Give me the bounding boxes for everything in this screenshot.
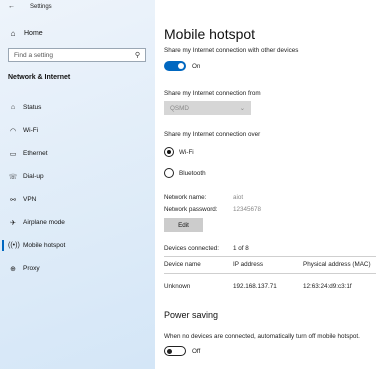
row-mac-address: 12:63:24:d9:c3:1f	[303, 283, 352, 290]
search-input[interactable]: Find a setting ⚲	[8, 48, 146, 62]
window-titlebar: ← Settings	[0, 0, 155, 14]
home-icon: ⌂	[10, 28, 16, 38]
wifi-icon: ◠	[9, 127, 17, 135]
sidebar-item-label: Ethernet	[23, 150, 48, 157]
search-placeholder: Find a setting	[14, 51, 54, 59]
radio-bluetooth[interactable]	[164, 168, 174, 178]
row-device-name: Unknown	[164, 283, 191, 290]
toggle-knob	[178, 63, 184, 69]
sidebar-item-label: Mobile hotspot	[23, 242, 66, 249]
edit-button[interactable]: Edit	[164, 218, 203, 232]
globe-icon: ⊕	[10, 265, 16, 273]
sidebar-item-label: VPN	[23, 196, 37, 203]
radio-dot	[167, 150, 171, 154]
radio-wifi[interactable]	[164, 147, 174, 157]
power-saving-state: Off	[192, 348, 201, 355]
sidebar-nav: ⌂ Status ◠ Wi-Fi ▭ Ethernet ☏ Dial-up ⚯ …	[0, 96, 155, 280]
sidebar-item-ethernet[interactable]: ▭ Ethernet	[0, 142, 155, 165]
network-password-value: 12345678	[233, 206, 262, 213]
table-rule-header	[164, 273, 376, 274]
network-name-value: aiot	[233, 194, 244, 201]
power-saving-toggle[interactable]	[164, 346, 186, 356]
sidebar-item-vpn[interactable]: ⚯ VPN	[0, 188, 155, 211]
power-saving-title: Power saving	[164, 310, 219, 320]
sidebar-home[interactable]: ⌂ Home	[6, 26, 146, 40]
hotspot-icon: ((•))	[8, 242, 20, 249]
sidebar-item-label: Wi-Fi	[23, 127, 39, 134]
window-title: Settings	[30, 4, 52, 10]
devices-value: 1 of 8	[233, 245, 249, 252]
row-ip-address: 192.168.137.71	[233, 283, 277, 290]
network-password-label: Network password:	[164, 206, 218, 213]
sidebar-item-label: Airplane mode	[23, 219, 65, 226]
sidebar: ← Settings ⌂ Home Find a setting ⚲ Netwo…	[0, 0, 155, 369]
search-icon[interactable]: ⚲	[135, 51, 140, 59]
chevron-down-icon: ⌄	[239, 104, 245, 112]
sidebar-item-airplane[interactable]: ✈ Airplane mode	[0, 211, 155, 234]
share-toggle[interactable]	[164, 61, 186, 71]
sidebar-item-label: Dial-up	[23, 173, 44, 180]
section-title: Network & Internet	[8, 74, 71, 81]
share-label: Share my Internet connection with other …	[164, 47, 299, 54]
airplane-icon: ✈	[10, 219, 16, 227]
power-saving-desc: When no devices are connected, automatic…	[164, 333, 360, 340]
col-device-name: Device name	[164, 261, 201, 268]
from-dropdown[interactable]: QSMD ⌄	[164, 101, 251, 115]
home-label: Home	[24, 29, 43, 37]
home-globe-icon: ⌂	[10, 104, 16, 111]
ethernet-icon: ▭	[9, 150, 17, 158]
main-panel: Mobile hotspot Share my Internet connect…	[155, 0, 379, 369]
from-value: QSMD	[170, 104, 189, 112]
option-bluetooth-label: Bluetooth	[179, 170, 206, 177]
network-name-label: Network name:	[164, 194, 207, 201]
table-rule-top	[164, 256, 376, 257]
page-title: Mobile hotspot	[164, 26, 256, 42]
option-wifi-label: Wi-Fi	[179, 149, 194, 156]
from-label: Share my Internet connection from	[164, 90, 261, 97]
col-mac-address: Physical address (MAC)	[303, 261, 371, 268]
share-state: On	[192, 63, 201, 70]
over-label: Share my Internet connection over	[164, 131, 261, 138]
sidebar-item-dialup[interactable]: ☏ Dial-up	[0, 165, 155, 188]
col-ip-address: IP address	[233, 261, 263, 268]
back-arrow-icon[interactable]: ←	[8, 3, 15, 10]
sidebar-item-status[interactable]: ⌂ Status	[0, 96, 155, 119]
sidebar-item-wifi[interactable]: ◠ Wi-Fi	[0, 119, 155, 142]
dialup-icon: ☏	[8, 173, 18, 181]
sidebar-item-hotspot[interactable]: ((•)) Mobile hotspot	[0, 234, 155, 257]
toggle-knob	[167, 348, 172, 354]
sidebar-item-label: Proxy	[23, 265, 40, 272]
sidebar-item-proxy[interactable]: ⊕ Proxy	[0, 257, 155, 280]
devices-label: Devices connected:	[164, 245, 219, 252]
vpn-icon: ⚯	[10, 196, 16, 204]
sidebar-item-label: Status	[23, 104, 42, 111]
